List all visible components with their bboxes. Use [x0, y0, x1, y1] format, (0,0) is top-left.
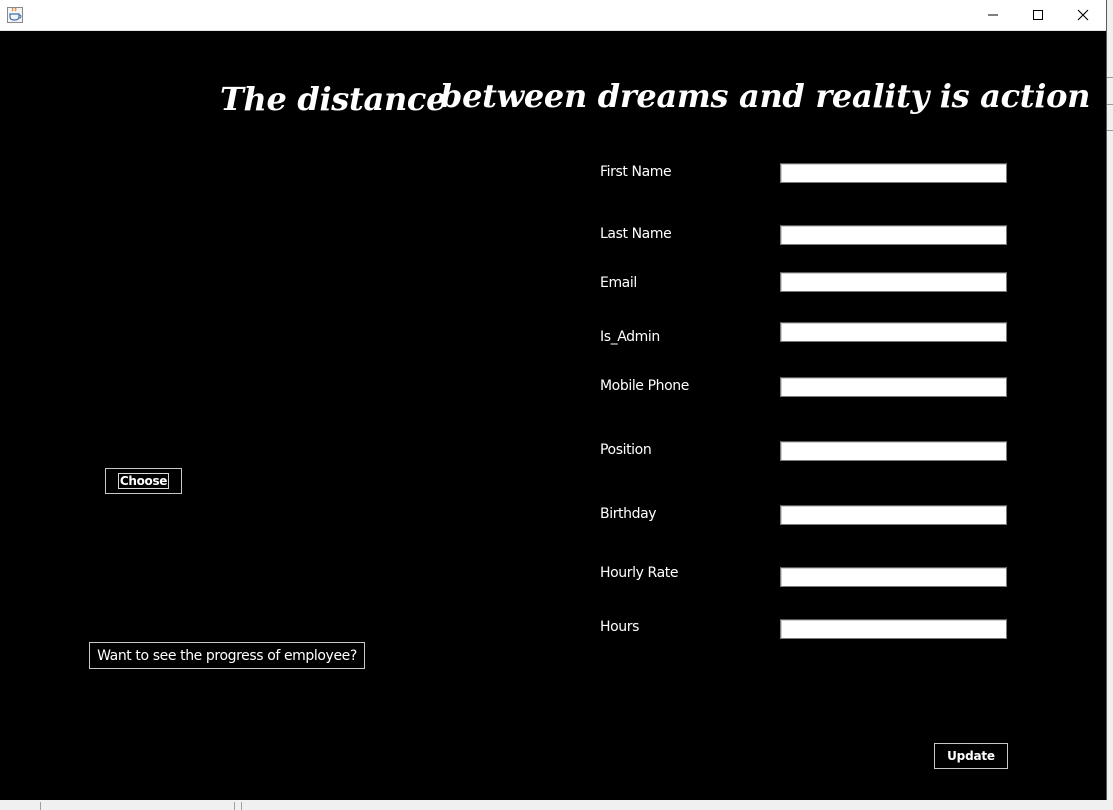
- birthday-label: Birthday: [600, 506, 657, 522]
- quote-part-1: The distance: [220, 80, 447, 118]
- first-name-label: First Name: [600, 164, 672, 180]
- birthday-field[interactable]: [780, 505, 1007, 525]
- last-name-field[interactable]: [780, 225, 1007, 245]
- email-label: Email: [600, 275, 637, 291]
- position-field[interactable]: [780, 441, 1007, 461]
- hourly-rate-label: Hourly Rate: [600, 565, 679, 581]
- background-window-bottom: [0, 800, 1113, 810]
- app-window: The distance between dreams and reality …: [0, 0, 1107, 800]
- hours-field[interactable]: [780, 619, 1007, 639]
- quote-part-2: between dreams and reality is action: [440, 77, 1091, 115]
- maximize-button[interactable]: [1015, 0, 1061, 30]
- is-admin-field[interactable]: [780, 322, 1007, 342]
- position-label: Position: [600, 442, 652, 458]
- email-field[interactable]: [780, 272, 1007, 292]
- is-admin-label: Is_Admin: [600, 329, 660, 345]
- hours-label: Hours: [600, 619, 640, 635]
- mobile-phone-field[interactable]: [780, 377, 1007, 397]
- choose-button[interactable]: Choose: [105, 468, 182, 494]
- minimize-button[interactable]: [970, 0, 1016, 30]
- mobile-phone-label: Mobile Phone: [600, 378, 689, 394]
- background-window-edge: [1107, 0, 1113, 810]
- title-bar: [0, 0, 1106, 31]
- maximize-icon: [1033, 10, 1043, 20]
- hourly-rate-field[interactable]: [780, 567, 1007, 587]
- minimize-icon: [988, 14, 998, 16]
- first-name-field[interactable]: [780, 163, 1007, 183]
- update-button[interactable]: Update: [934, 743, 1008, 769]
- close-icon: [1077, 9, 1089, 21]
- close-button[interactable]: [1060, 0, 1106, 30]
- java-icon: [7, 7, 23, 23]
- main-panel: The distance between dreams and reality …: [0, 31, 1106, 800]
- progress-button[interactable]: Want to see the progress of employee?: [89, 642, 365, 669]
- choose-button-label: Choose: [117, 473, 170, 489]
- last-name-label: Last Name: [600, 226, 672, 242]
